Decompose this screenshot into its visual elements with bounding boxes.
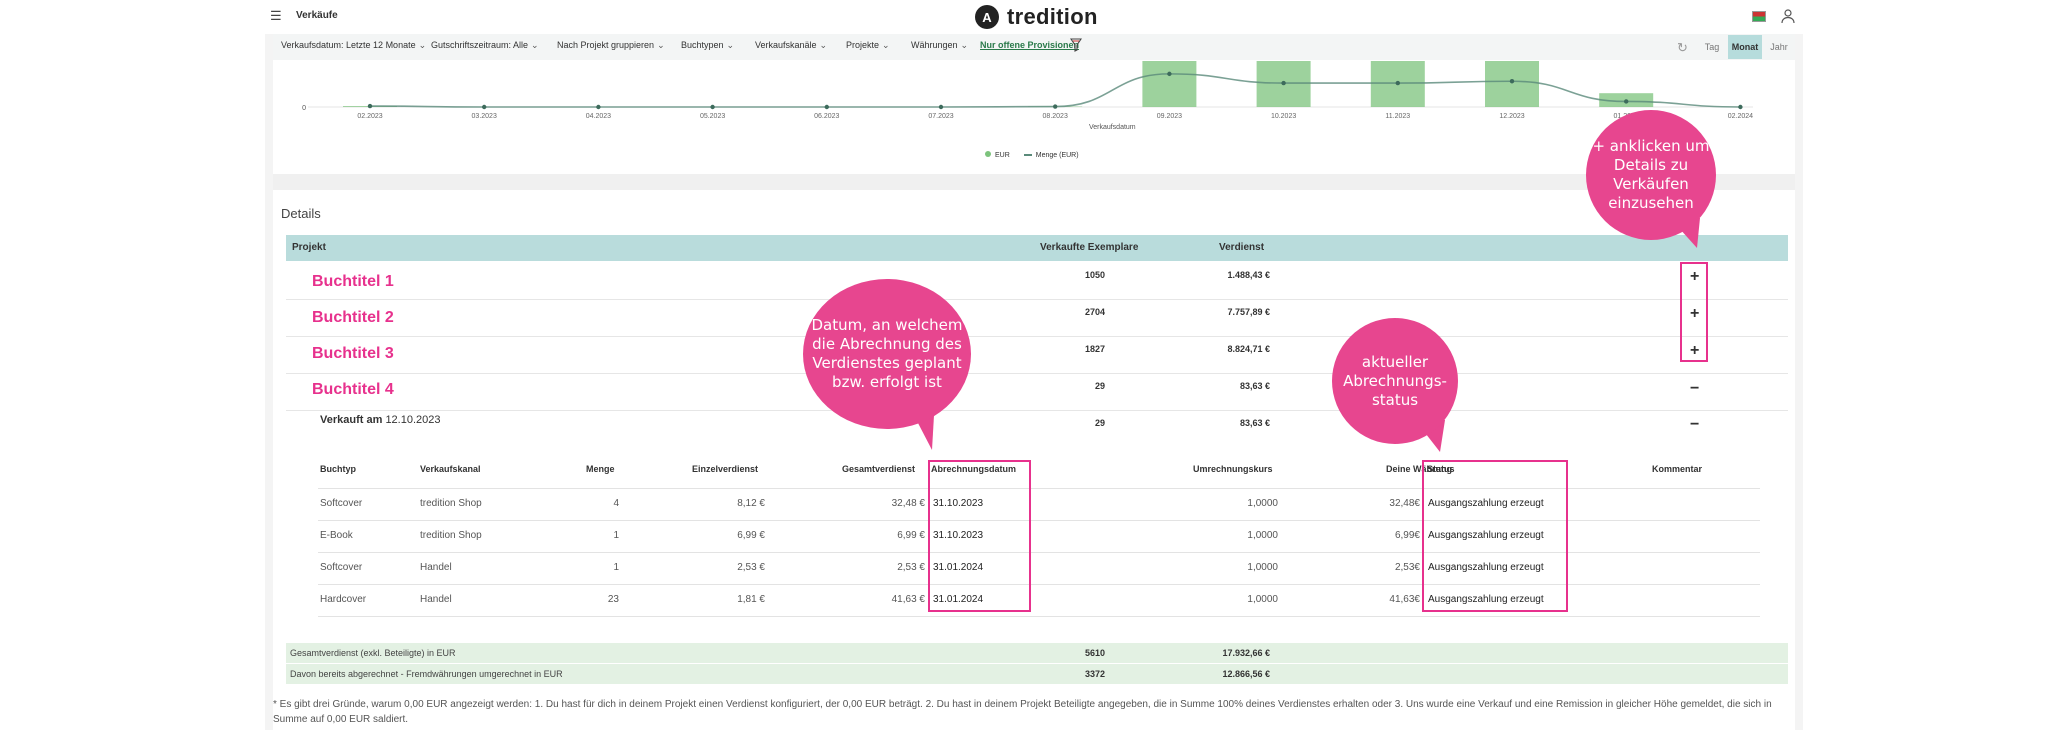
plus-callout: + anklicken um Details zu Verkäufen einz… xyxy=(1586,110,1716,240)
status-callout: aktueller Abrechnungs- status xyxy=(1332,318,1458,444)
date-callout: Datum, an welchem die Abrechnung des Ver… xyxy=(803,279,971,429)
callout-tails xyxy=(905,218,1700,452)
